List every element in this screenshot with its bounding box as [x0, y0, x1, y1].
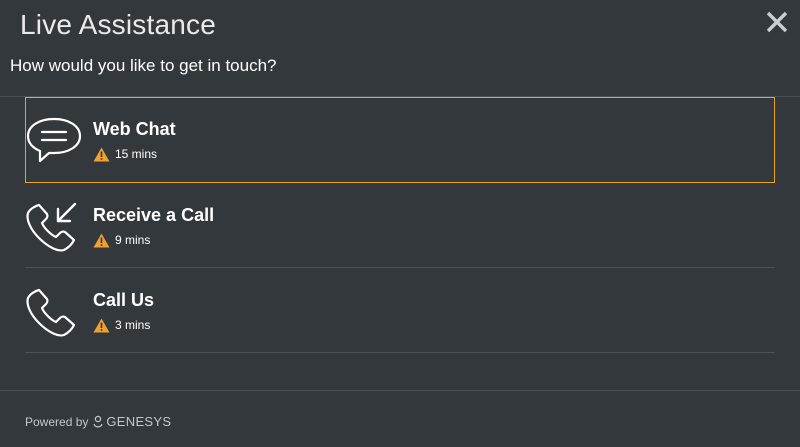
- wait-time: 9 mins: [93, 232, 150, 248]
- live-assistance-dialog: Live Assistance How would you like to ge…: [0, 0, 800, 447]
- wait-time: 3 mins: [93, 317, 150, 333]
- option-receive-call[interactable]: Receive a Call 9 mins: [25, 183, 775, 268]
- warning-icon: [93, 233, 110, 247]
- genesys-logo-icon: [93, 415, 103, 427]
- phone-incoming-icon: [26, 202, 77, 252]
- footer-divider: [0, 390, 800, 391]
- wait-time-text: 9 mins: [115, 233, 151, 247]
- close-icon[interactable]: [765, 10, 789, 34]
- brand-name: GENESYS: [106, 414, 172, 429]
- dialog-subtitle: How would you like to get in touch?: [10, 56, 277, 75]
- wait-time-text: 15 mins: [115, 147, 158, 161]
- warning-icon: [93, 318, 110, 332]
- wait-time-text: 3 mins: [115, 318, 151, 332]
- option-label: Call Us: [93, 290, 155, 310]
- phone-icon: [26, 288, 76, 337]
- option-web-chat[interactable]: Web Chat 15 mins: [25, 97, 775, 183]
- footer: Powered by GENESYS: [25, 414, 171, 429]
- contact-options-list: Web Chat 15 mins Receive a Call 9 mins C…: [25, 97, 775, 353]
- chat-bubble-icon: [26, 117, 82, 163]
- powered-by-text: Powered by: [25, 414, 89, 429]
- option-call-us[interactable]: Call Us 3 mins: [25, 268, 775, 353]
- option-label: Receive a Call: [93, 205, 215, 225]
- warning-icon: [93, 147, 110, 161]
- option-label: Web Chat: [93, 119, 176, 139]
- dialog-title: Live Assistance: [20, 9, 216, 40]
- wait-time: 15 mins: [93, 146, 157, 162]
